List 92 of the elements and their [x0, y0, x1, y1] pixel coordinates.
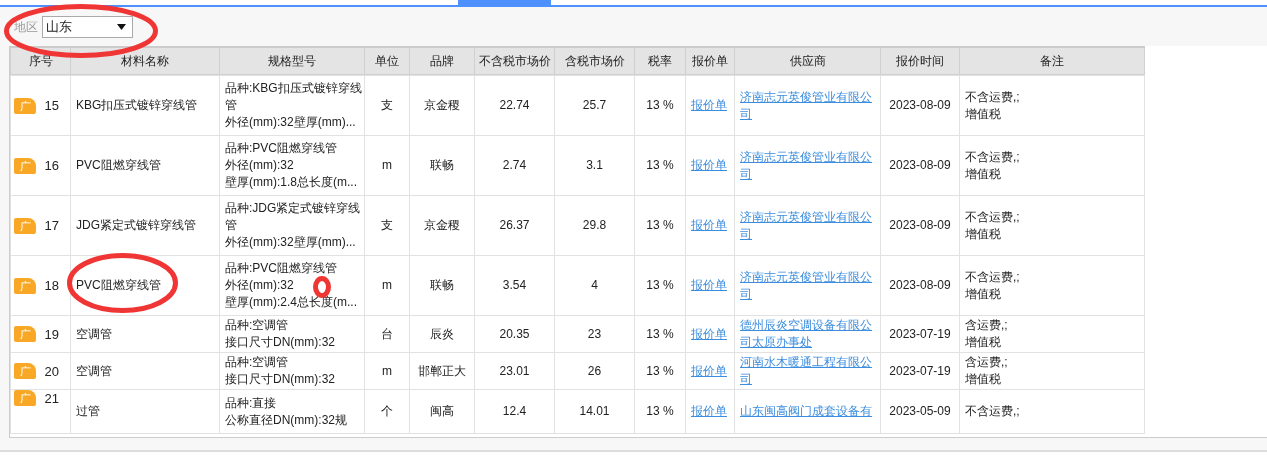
- tag-badge: 广: [14, 326, 36, 342]
- table-cell: 13 %: [634, 315, 686, 353]
- table-cell: 品种:PVC阻燃穿线管 外径(mm):32 壁厚(mm):2.4总长度(m...: [219, 255, 365, 316]
- region-label: 地区: [14, 18, 38, 36]
- caret-icon: [117, 24, 126, 30]
- column-header: 不含税市场价: [474, 47, 555, 75]
- table-cell: 13 %: [634, 255, 686, 316]
- table-cell: 2023-05-09: [880, 389, 960, 434]
- table-cell: KBG扣压式镀锌穿线管: [70, 75, 220, 136]
- row-number: 16: [44, 158, 60, 173]
- table-cell: 支: [364, 75, 410, 136]
- table-cell: 12.4: [474, 389, 555, 434]
- table-cell: 台: [364, 315, 410, 353]
- column-header: 单位: [364, 47, 410, 75]
- table-cell: 不含运费,; 增值税: [959, 255, 1145, 316]
- tag-badge: 广: [14, 277, 36, 294]
- column-header: 报价单: [685, 47, 735, 75]
- table-cell: 26: [554, 352, 635, 390]
- table-cell: PVC阻燃穿线管: [70, 135, 220, 196]
- table-cell: 品种:空调管 接口尺寸DN(mm):32: [219, 352, 365, 390]
- table-cell: 空调管: [70, 352, 220, 390]
- column-header: 含税市场价: [554, 47, 635, 75]
- table-cell: 京金稷: [409, 75, 475, 136]
- table-cell: 2023-08-09: [880, 135, 960, 196]
- table-cell: 空调管: [70, 315, 220, 353]
- table-cell: 3.54: [474, 255, 555, 316]
- row-number: 19: [44, 326, 60, 342]
- table-cell: 2.74: [474, 135, 555, 196]
- table-cell: m: [364, 255, 410, 316]
- column-header: 税率: [634, 47, 686, 75]
- table-cell: 邯郸正大: [409, 352, 475, 390]
- tag-badge: 广: [14, 217, 36, 234]
- table-cell: 2023-08-09: [880, 195, 960, 256]
- row-number: 17: [44, 218, 60, 233]
- tag-badge: 广: [14, 97, 36, 114]
- table-cell: 13 %: [634, 352, 686, 390]
- table-cell: 品种:KBG扣压式镀锌穿线 管 外径(mm):32壁厚(mm)...: [219, 75, 365, 136]
- table-cell: 品种:空调管 接口尺寸DN(mm):32: [219, 315, 365, 353]
- table-cell: 26.37: [474, 195, 555, 256]
- table-cell: 22.74: [474, 75, 555, 136]
- table-cell: 辰炎: [409, 315, 475, 353]
- table-cell: 支: [364, 195, 410, 256]
- table-cell: 含运费,; 增值税: [959, 352, 1145, 390]
- table-cell: 过管: [70, 389, 220, 434]
- table-cell: 联畅: [409, 135, 475, 196]
- table-cell: m: [364, 135, 410, 196]
- column-header: 备注: [959, 47, 1145, 75]
- table-cell: 含运费,; 增值税: [959, 315, 1145, 353]
- table-cell: JDG紧定式镀锌穿线管: [70, 195, 220, 256]
- table-cell: 13 %: [634, 135, 686, 196]
- table-cell: 联畅: [409, 255, 475, 316]
- table-cell: 品种:PVC阻燃穿线管 外径(mm):32 壁厚(mm):1.8总长度(m...: [219, 135, 365, 196]
- table-cell: m: [364, 352, 410, 390]
- row-number: 15: [44, 98, 60, 113]
- table-cell: 4: [554, 255, 635, 316]
- tag-badge: 广: [14, 157, 36, 174]
- table-cell: 不含运费,; 增值税: [959, 135, 1145, 196]
- table-cell: PVC阻燃穿线管: [70, 255, 220, 316]
- table-cell: 不含运费,; 增值税: [959, 75, 1145, 136]
- column-header: 品牌: [409, 47, 475, 75]
- table-cell: 2023-08-09: [880, 255, 960, 316]
- table-cell: 2023-08-09: [880, 75, 960, 136]
- table-cell: 不含运费,; 增值税: [959, 195, 1145, 256]
- table-cell: 25.7: [554, 75, 635, 136]
- table-cell: 品种:直接 公称直径DN(mm):32规: [219, 389, 365, 434]
- table-cell: 不含运费,;: [959, 389, 1145, 434]
- table-cell: 13 %: [634, 195, 686, 256]
- column-header: 供应商: [734, 47, 881, 75]
- row-number: 21: [44, 390, 60, 406]
- table-cell: 29.8: [554, 195, 635, 256]
- column-header: 材料名称: [70, 47, 220, 75]
- table-cell: 20.35: [474, 315, 555, 353]
- table-cell: 闽高: [409, 389, 475, 434]
- table-cell: 品种:JDG紧定式镀锌穿线 管 外径(mm):32壁厚(mm)...: [219, 195, 365, 256]
- table-cell: 京金稷: [409, 195, 475, 256]
- table-cell: 2023-07-19: [880, 352, 960, 390]
- table-cell: 13 %: [634, 75, 686, 136]
- row-number: 20: [44, 363, 60, 379]
- table-cell: 个: [364, 389, 410, 434]
- table-cell: 3.1: [554, 135, 635, 196]
- tag-badge: 广: [14, 390, 36, 406]
- annotation-ellipse: [313, 276, 331, 298]
- table-cell: 23.01: [474, 352, 555, 390]
- tag-badge: 广: [14, 363, 36, 379]
- row-number: 18: [44, 278, 60, 293]
- table-cell: 13 %: [634, 389, 686, 434]
- column-header: 报价时间: [880, 47, 960, 75]
- column-header: 规格型号: [219, 47, 365, 75]
- table-cell: 14.01: [554, 389, 635, 434]
- table-cell: 23: [554, 315, 635, 353]
- region-dropdown[interactable]: 山东: [42, 16, 133, 38]
- table-cell: 2023-07-19: [880, 315, 960, 353]
